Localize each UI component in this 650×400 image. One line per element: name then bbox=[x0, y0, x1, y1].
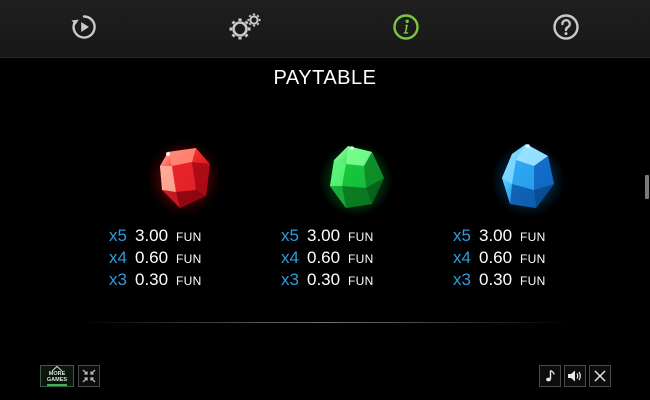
pay-row: x3 0.30 FUN bbox=[453, 270, 603, 292]
pay-row: x4 0.60 FUN bbox=[109, 248, 259, 270]
payout-amount: 3.00 bbox=[307, 226, 341, 245]
help-icon bbox=[553, 14, 579, 40]
pay-row: x5 3.00 FUN bbox=[281, 226, 431, 248]
pay-row: x4 0.60 FUN bbox=[453, 248, 603, 270]
currency-unit: FUN bbox=[176, 274, 202, 288]
payout-amount: 0.30 bbox=[135, 270, 169, 289]
more-games-label: MORE GAMES bbox=[46, 371, 68, 383]
pay-row: x5 3.00 FUN bbox=[453, 226, 603, 248]
blue-gem-icon bbox=[491, 143, 565, 217]
info-icon bbox=[393, 14, 419, 40]
symbol-red-gem: x5 3.00 FUN x4 0.60 FUN x3 0.30 FUN bbox=[109, 138, 259, 289]
currency-unit: FUN bbox=[348, 230, 374, 244]
symbol-green-gem: x5 3.00 FUN x4 0.60 FUN x3 0.30 FUN bbox=[281, 138, 431, 289]
currency-unit: FUN bbox=[520, 252, 546, 266]
currency-unit: FUN bbox=[348, 252, 374, 266]
top-nav-bar bbox=[0, 0, 650, 58]
payout-amount: 3.00 bbox=[479, 226, 513, 245]
close-icon bbox=[594, 370, 606, 382]
replay-icon bbox=[71, 15, 96, 39]
music-icon bbox=[546, 369, 555, 382]
settings-icon bbox=[229, 13, 261, 40]
collapse-button[interactable] bbox=[78, 365, 100, 387]
more-games-button[interactable]: MORE GAMES bbox=[40, 365, 74, 387]
collapse-icon bbox=[82, 369, 96, 383]
payout-amount: 0.30 bbox=[479, 270, 513, 289]
replay-button[interactable] bbox=[69, 12, 99, 42]
divider bbox=[78, 322, 572, 323]
pay-row: x3 0.30 FUN bbox=[109, 270, 259, 292]
currency-unit: FUN bbox=[520, 274, 546, 288]
multiplier: x5 bbox=[281, 226, 299, 245]
pay-row: x3 0.30 FUN bbox=[281, 270, 431, 292]
currency-unit: FUN bbox=[520, 230, 546, 244]
multiplier: x4 bbox=[453, 248, 471, 267]
multiplier: x3 bbox=[109, 270, 127, 289]
red-gem-icon bbox=[147, 140, 221, 216]
settings-button[interactable] bbox=[228, 12, 264, 42]
payout-amount: 3.00 bbox=[135, 226, 169, 245]
payout-amount: 0.30 bbox=[307, 270, 341, 289]
music-button[interactable] bbox=[539, 365, 561, 387]
sound-icon bbox=[568, 370, 581, 382]
multiplier: x5 bbox=[109, 226, 127, 245]
currency-unit: FUN bbox=[348, 274, 374, 288]
multiplier: x3 bbox=[453, 270, 471, 289]
more-games-underline bbox=[47, 384, 67, 386]
close-button[interactable] bbox=[589, 365, 611, 387]
pay-row: x4 0.60 FUN bbox=[281, 248, 431, 270]
help-button[interactable] bbox=[551, 12, 581, 42]
symbol-blue-gem: x5 3.00 FUN x4 0.60 FUN x3 0.30 FUN bbox=[453, 138, 603, 289]
currency-unit: FUN bbox=[176, 252, 202, 266]
scroll-indicator[interactable] bbox=[645, 175, 649, 199]
payout-amount: 0.60 bbox=[479, 248, 513, 267]
multiplier: x4 bbox=[109, 248, 127, 267]
payout-amount: 0.60 bbox=[307, 248, 341, 267]
payout-amount: 0.60 bbox=[135, 248, 169, 267]
multiplier: x5 bbox=[453, 226, 471, 245]
paytable-screen: PAYTABLE x5 3.00 FUN x4 0.60 FUN x3 0.30… bbox=[0, 0, 650, 400]
green-gem-icon bbox=[319, 143, 393, 217]
multiplier: x3 bbox=[281, 270, 299, 289]
pay-row: x5 3.00 FUN bbox=[109, 226, 259, 248]
paytable-title: PAYTABLE bbox=[273, 67, 377, 89]
multiplier: x4 bbox=[281, 248, 299, 267]
sound-button[interactable] bbox=[564, 365, 586, 387]
info-button[interactable] bbox=[391, 12, 421, 42]
currency-unit: FUN bbox=[176, 230, 202, 244]
